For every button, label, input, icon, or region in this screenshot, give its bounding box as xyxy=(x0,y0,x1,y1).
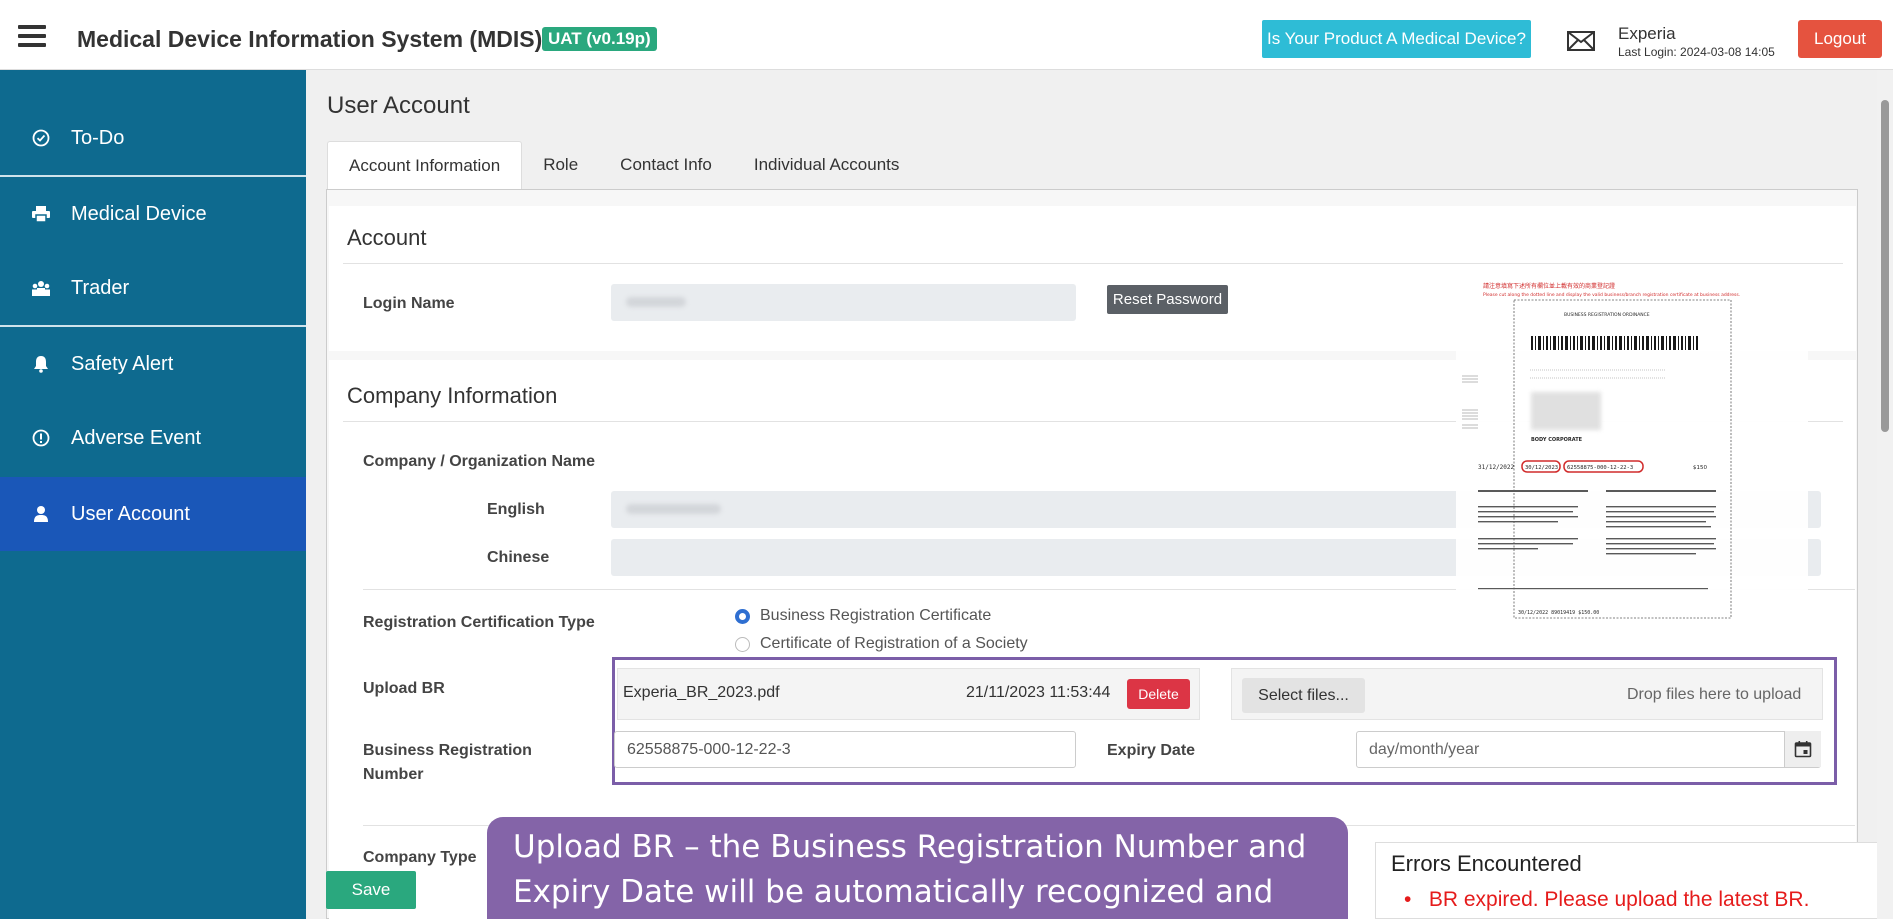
doc-footer-line: 30/12/2022 89019419 $150.00 xyxy=(1518,610,1599,616)
exclamation-circle-icon xyxy=(30,427,52,449)
english-name-label: English xyxy=(487,501,545,518)
sidebar-item-label: To-Do xyxy=(71,126,125,149)
delete-file-button[interactable]: Delete xyxy=(1127,679,1190,709)
tutorial-callout: Upload BR – the Business Registration Nu… xyxy=(487,817,1348,919)
chinese-name-label: Chinese xyxy=(487,549,550,566)
env-badge: UAT (v0.19p) xyxy=(542,27,657,51)
expiry-date-label: Expiry Date xyxy=(1107,742,1196,759)
doc-ordinance: BUSINESS REGISTRATION ORDINANCE xyxy=(1564,312,1650,318)
sidebar-item-todo[interactable]: To-Do xyxy=(0,101,306,175)
company-section-title: Company Information xyxy=(347,383,558,408)
uploaded-file-timestamp: 21/11/2023 11:53:44 xyxy=(966,684,1111,701)
radio-business-registration[interactable]: Business Registration Certificate xyxy=(735,607,991,625)
callout-line-2: Expiry Date will be automatically recogn… xyxy=(513,874,1274,910)
scrollbar-thumb[interactable] xyxy=(1881,100,1889,432)
save-button[interactable]: Save xyxy=(326,871,416,909)
redacted-text xyxy=(626,504,721,514)
select-files-button[interactable]: Select files... xyxy=(1242,678,1365,713)
radio-selected-icon xyxy=(735,608,750,624)
uploaded-file-name[interactable]: Experia_BR_2023.pdf xyxy=(623,684,780,702)
menu-icon[interactable] xyxy=(18,25,46,47)
radio-unselected-icon xyxy=(735,636,750,652)
medical-device-check-button[interactable]: Is Your Product A Medical Device? xyxy=(1262,20,1531,58)
doc-issue-date: 31/12/2022 xyxy=(1478,464,1515,471)
errors-title: Errors Encountered xyxy=(1391,851,1582,876)
doc-expiry-date: 30/12/2023 xyxy=(1525,465,1558,471)
reg-type-label: Registration Certification Type xyxy=(363,614,595,631)
br-number-label-line2: Number xyxy=(363,766,424,783)
drop-zone-text: Drop files here to upload xyxy=(1627,686,1802,703)
radio-label: Certificate of Registration of a Society xyxy=(760,635,1028,652)
sidebar-item-trader[interactable]: Trader xyxy=(0,251,306,325)
upload-br-label: Upload BR xyxy=(363,680,445,697)
br-number-input[interactable]: 62558875-000-12-22-3 xyxy=(614,731,1076,768)
error-item-text: BR expired. Please upload the latest BR. xyxy=(1428,888,1810,911)
printer-icon xyxy=(30,203,52,225)
org-name-label: Company / Organization Name xyxy=(363,453,596,470)
check-circle-icon xyxy=(30,127,52,149)
doc-top-note: 請注意填寫下述所有欄位並上載有效的商業登記證 xyxy=(1483,282,1615,290)
top-bar: Medical Device Information System (MDIS)… xyxy=(0,0,1893,70)
logout-button[interactable]: Logout xyxy=(1798,20,1882,58)
radio-society-registration[interactable]: Certificate of Registration of a Society xyxy=(735,635,1028,653)
last-login: Last Login: 2024-03-08 14:05 xyxy=(1618,45,1775,59)
sidebar-item-medical-device[interactable]: Medical Device xyxy=(0,177,306,251)
divider xyxy=(343,263,1843,264)
sidebar-item-adverse-event[interactable]: Adverse Event xyxy=(0,401,306,475)
radio-label: Business Registration Certificate xyxy=(760,607,992,624)
expiry-date-input[interactable]: day/month/year xyxy=(1356,731,1821,768)
tab-account-information[interactable]: Account Information xyxy=(327,141,523,189)
tab-individual-accounts[interactable]: Individual Accounts xyxy=(733,141,921,189)
sidebar-item-label: Trader xyxy=(71,276,130,299)
sidebar-item-label: Adverse Event xyxy=(71,426,202,449)
doc-br-number: 62558875-000-12-22-3 xyxy=(1567,465,1633,471)
sidebar-item-user-account[interactable]: User Account xyxy=(0,477,306,551)
app-title: Medical Device Information System (MDIS) xyxy=(77,26,543,52)
user-icon xyxy=(30,503,52,525)
users-icon xyxy=(30,277,52,299)
doc-body-corporate: BODY CORPORATE xyxy=(1531,437,1583,443)
sidebar-item-label: User Account xyxy=(71,502,190,525)
redacted-text xyxy=(626,297,686,307)
tab-role[interactable]: Role xyxy=(522,141,599,189)
mail-icon[interactable] xyxy=(1567,31,1595,51)
tab-contact-info[interactable]: Contact Info xyxy=(599,141,733,189)
user-name: Experia xyxy=(1618,24,1676,43)
sidebar-item-label: Medical Device xyxy=(71,202,207,225)
callout-line-1: Upload BR – the Business Registration Nu… xyxy=(513,829,1307,865)
sidebar-item-safety-alert[interactable]: Safety Alert xyxy=(0,327,306,401)
tab-bar: Account Information Role Contact Info In… xyxy=(327,141,920,189)
company-type-label: Company Type xyxy=(363,849,477,866)
calendar-button[interactable] xyxy=(1784,731,1821,767)
error-item: • BR expired. Please upload the latest B… xyxy=(1404,888,1810,911)
doc-fee: $150 xyxy=(1693,465,1707,471)
page-title: User Account xyxy=(327,92,470,119)
account-section-title: Account xyxy=(347,225,427,250)
login-name-field xyxy=(611,284,1076,321)
sidebar-item-label: Safety Alert xyxy=(71,352,174,375)
calendar-icon xyxy=(1794,741,1812,758)
doc-top-note-en: Please cut along the dotted line and dis… xyxy=(1483,292,1740,298)
login-name-label: Login Name xyxy=(363,295,455,312)
br-number-label: Business Registration xyxy=(363,742,532,759)
br-certificate-image: 請注意填寫下述所有欄位並上載有效的商業登記證 Please cut along … xyxy=(1456,270,1808,632)
reset-password-button[interactable]: Reset Password xyxy=(1107,285,1228,314)
bell-icon xyxy=(30,353,52,375)
